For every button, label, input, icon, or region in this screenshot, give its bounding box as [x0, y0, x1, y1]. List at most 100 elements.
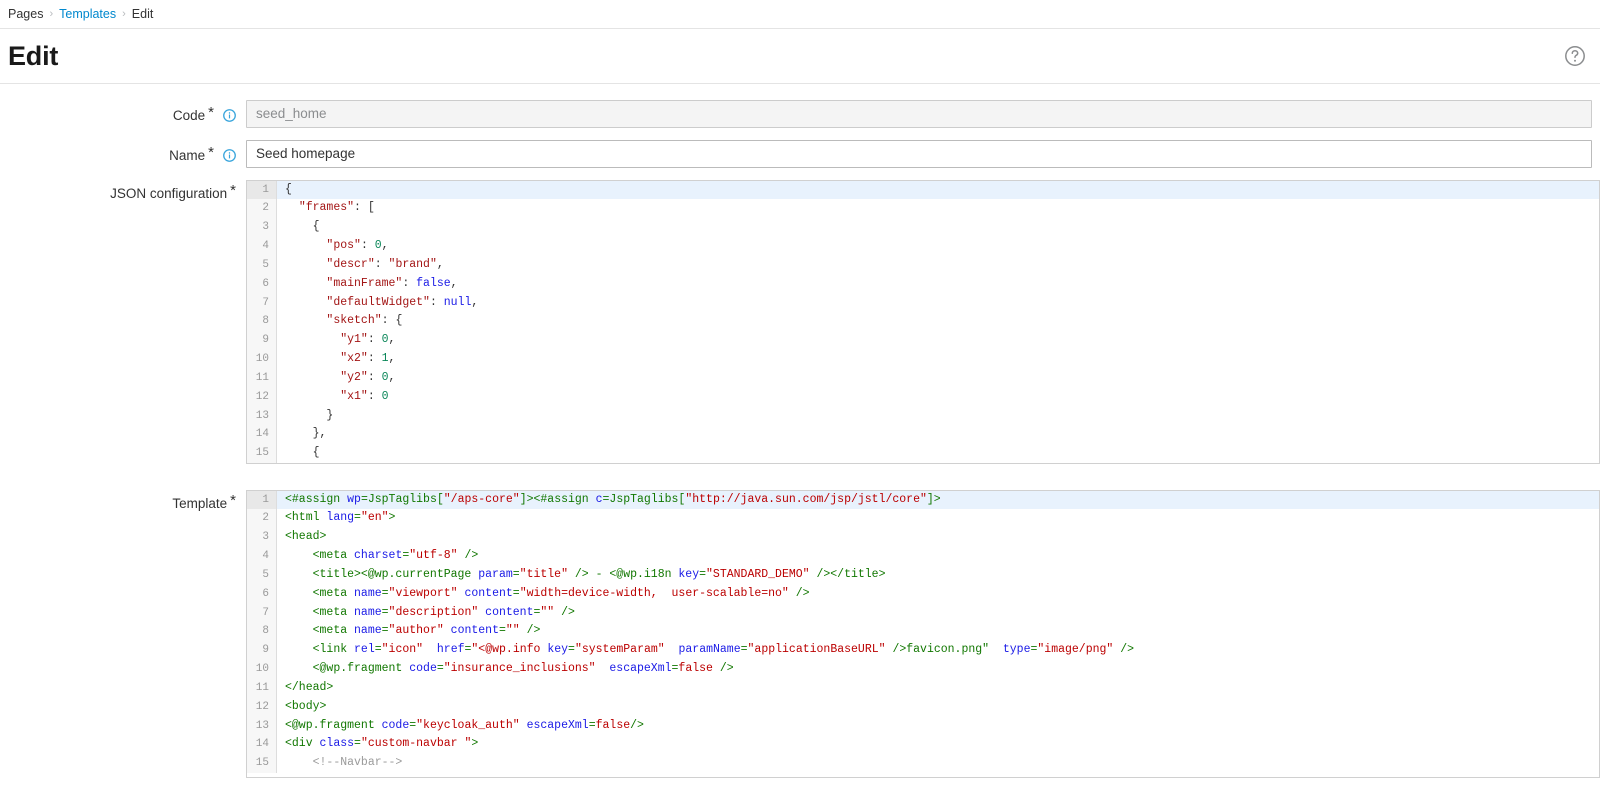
form-row-name: Name *: [0, 139, 1600, 168]
line-number: 5: [247, 565, 277, 585]
json-configuration-field-wrap: 1{2 "frames": [3 {4 "pos": 0, 5 "descr": …: [246, 179, 1600, 464]
line-number: 10: [247, 660, 277, 679]
code-text: "y2": 0,: [340, 370, 396, 384]
line-number: 12: [247, 697, 277, 717]
code-text: }: [326, 408, 334, 422]
code-line: 9 "y1": 0,: [247, 331, 1599, 351]
code-line: 6 "mainFrame": false,: [247, 274, 1599, 294]
line-number: 9: [247, 331, 277, 351]
name-required-marker: *: [208, 143, 214, 161]
template-label: Template: [172, 495, 228, 511]
line-number: 1: [247, 490, 277, 510]
breadcrumb-item-templates[interactable]: Templates: [59, 8, 116, 21]
line-number: 15: [247, 754, 277, 774]
line-number: 14: [247, 425, 277, 445]
json-configuration-required-marker: *: [230, 181, 236, 199]
code-input[interactable]: [246, 99, 1592, 128]
code-line: 14 <div class="custom-navbar ">: [247, 735, 1599, 755]
line-number: 8: [247, 622, 277, 642]
info-circle-icon[interactable]: [223, 148, 236, 162]
help-circle-icon[interactable]: [1564, 45, 1586, 67]
template-editor[interactable]: 1 <#assign wp=JspTaglibs["/aps-core"]><#a…: [246, 489, 1600, 778]
code-line: 13 }: [247, 406, 1599, 426]
breadcrumb: Pages › Templates › Edit: [0, 0, 1600, 28]
code-text: {: [277, 180, 1599, 200]
code-label: Code: [172, 107, 206, 123]
code-text: <meta name="author" content="" />: [312, 624, 541, 638]
code-line: 7 "defaultWidget": null,: [247, 293, 1599, 313]
code-line: 15 {: [247, 444, 1599, 463]
breadcrumb-separator: ›: [49, 7, 54, 20]
json-configuration-label-group: JSON configuration *: [0, 180, 246, 204]
line-number: 4: [247, 547, 277, 566]
name-input[interactable]: [246, 139, 1592, 168]
code-line: 10 <@wp.fragment code="insurance_inclusi…: [247, 660, 1599, 679]
code-text: <!--Navbar-->: [312, 756, 403, 770]
code-line: 11 "y2": 0,: [247, 368, 1599, 388]
code-line: 5 "descr": "brand",: [247, 255, 1599, 275]
code-text: </head>: [285, 680, 334, 694]
code-text: {: [312, 220, 320, 234]
edit-template-form: Code * Name *: [0, 84, 1600, 778]
form-row-json-configuration: JSON configuration * 1{2 "frames": [3 {4…: [0, 179, 1600, 464]
code-line: 15 <!--Navbar-->: [247, 754, 1599, 774]
line-number: 3: [247, 218, 277, 238]
line-number: 6: [247, 584, 277, 604]
breadcrumb-item-edit: Edit: [131, 7, 154, 21]
line-number: 7: [247, 293, 277, 313]
code-line: 12 "x1": 0: [247, 387, 1599, 407]
template-field-wrap: 1 <#assign wp=JspTaglibs["/aps-core"]><#a…: [246, 489, 1600, 778]
code-text: },: [312, 427, 327, 441]
code-text: <body>: [285, 699, 327, 713]
code-text: "x1": 0: [340, 389, 389, 403]
code-line: 5 <title><@wp.currentPage param="title" …: [247, 565, 1599, 585]
code-text: {: [312, 446, 320, 460]
info-circle-icon[interactable]: [223, 108, 236, 122]
line-number: 13: [247, 406, 277, 426]
line-number: 7: [247, 603, 277, 623]
line-number: 13: [247, 716, 277, 736]
code-text: <#assign wp=JspTaglibs["/aps-core"]><#as…: [277, 490, 1599, 510]
code-line: 6 <meta name="viewport" content="width=d…: [247, 584, 1599, 604]
breadcrumb-item-pages: Pages: [8, 7, 44, 21]
code-line: 11 </head>: [247, 678, 1599, 698]
code-text: <html lang="en">: [285, 511, 396, 525]
code-line: 2 "frames": [: [247, 199, 1599, 219]
code-text: <div class="custom-navbar ">: [285, 737, 479, 751]
line-number: 6: [247, 274, 277, 294]
line-number: 9: [247, 641, 277, 661]
code-line: 12 <body>: [247, 697, 1599, 717]
form-row-code: Code *: [0, 99, 1600, 128]
code-text: "descr": "brand",: [326, 257, 444, 271]
code-line: 13 <@wp.fragment code="keycloak_auth" esc…: [247, 716, 1599, 736]
line-number: 15: [247, 444, 277, 463]
code-text: <meta charset="utf-8" />: [312, 549, 479, 563]
code-text: <link rel="icon" href="<@wp.info key="sy…: [312, 643, 1135, 657]
line-number: 14: [247, 735, 277, 755]
template-label-group: Template *: [0, 490, 246, 514]
code-text: "sketch": {: [326, 314, 403, 328]
code-line: 8 "sketch": {: [247, 312, 1599, 332]
name-label-group: Name *: [0, 140, 246, 166]
breadcrumb-separator: ›: [122, 7, 126, 20]
code-line: 7 <meta name="description" content="" />: [247, 603, 1599, 623]
code-line: 9 <link rel="icon" href="<@wp.info key="…: [247, 641, 1599, 661]
line-number: 2: [247, 199, 277, 219]
template-required-marker: *: [230, 491, 236, 509]
form-row-template: Template * 1 <#assign wp=JspTaglibs["/aps…: [0, 489, 1600, 778]
code-label-group: Code *: [0, 100, 246, 126]
code-line: 14 },: [247, 425, 1599, 445]
json-configuration-label: JSON configuration: [110, 185, 228, 201]
code-line: 2 <html lang="en">: [247, 509, 1599, 529]
page-header: Edit: [0, 29, 1600, 83]
line-number: 12: [247, 387, 277, 407]
code-required-marker: *: [208, 103, 214, 121]
code-line: 4 <meta charset="utf-8" />: [247, 547, 1599, 566]
json-configuration-editor[interactable]: 1{2 "frames": [3 {4 "pos": 0, 5 "descr": …: [246, 179, 1600, 464]
code-text: "y1": 0,: [340, 333, 396, 347]
name-field-wrap: [246, 139, 1600, 168]
code-line: 10 "x2": 1,: [247, 350, 1599, 369]
line-number: 8: [247, 312, 277, 332]
page-title: Edit: [8, 40, 59, 71]
line-number: 10: [247, 350, 277, 369]
